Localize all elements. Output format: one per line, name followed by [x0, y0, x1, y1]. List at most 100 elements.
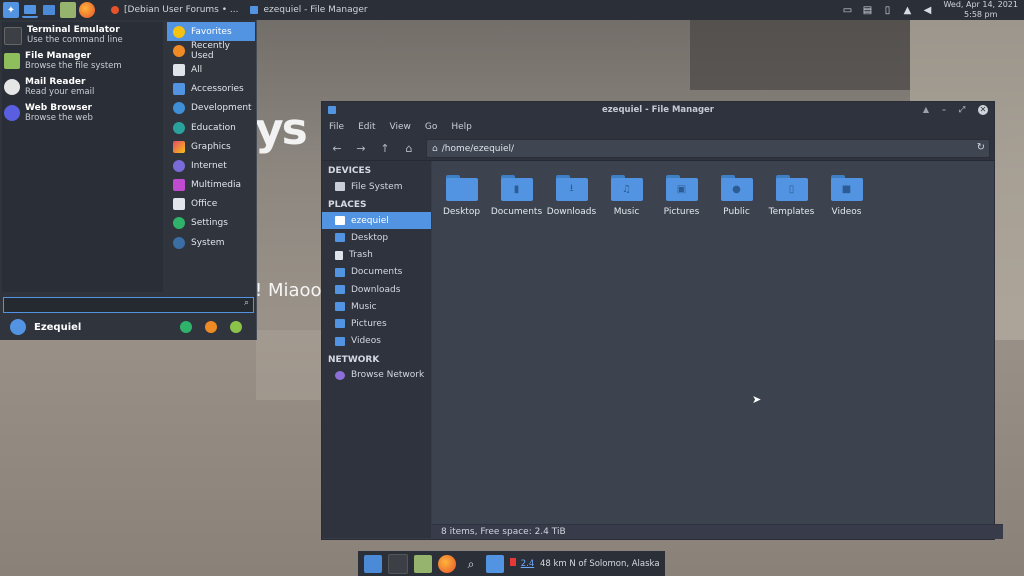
sidebar-item-trash[interactable]: Trash — [322, 247, 431, 264]
file-item-templates[interactable]: ▯ Templates — [764, 175, 819, 217]
minimize-button-icon[interactable]: – — [938, 104, 950, 116]
file-item-label: Music — [613, 207, 640, 217]
lock-screen-icon[interactable] — [205, 321, 217, 333]
weather-plugin[interactable]: 2.4 48 km N of Solomon, Alaska — [510, 558, 660, 569]
sidebar-item-pictures[interactable]: Pictures — [322, 315, 431, 332]
sidebar-item-desktop[interactable]: Desktop — [322, 229, 431, 246]
task-forum-browser[interactable]: [Debian User Forums • ... — [105, 0, 244, 20]
home-icon[interactable]: ⌂ — [400, 139, 418, 157]
category-label: Education — [191, 122, 236, 133]
browser-icon — [4, 105, 20, 121]
clipboard-icon[interactable]: ▯ — [881, 4, 893, 16]
file-item-music[interactable]: ♫ Music — [599, 175, 654, 217]
category-all[interactable]: All — [167, 60, 255, 79]
sidebar-item-videos[interactable]: Videos — [322, 333, 431, 350]
favorite-subtitle: Use the command line — [27, 35, 123, 45]
file-item-public[interactable]: ● Public — [709, 175, 764, 217]
forward-arrow-icon[interactable]: → — [352, 139, 370, 157]
favorite-web-browser[interactable]: Web Browser Browse the web — [2, 100, 163, 126]
menu-view[interactable]: View — [390, 122, 411, 132]
applications-menu-button[interactable]: ✦ — [3, 2, 19, 18]
education-icon — [173, 121, 185, 134]
applications-menu: Terminal Emulator Use the command line F… — [0, 20, 257, 340]
close-button-icon[interactable]: ✕ — [978, 105, 988, 115]
file-item-downloads[interactable]: ⭳ Downloads — [544, 175, 599, 217]
dock-folder-icon[interactable] — [486, 554, 504, 573]
up-arrow-icon[interactable]: ↑ — [376, 139, 394, 157]
network-header: NETWORK — [328, 354, 380, 365]
category-office[interactable]: Office — [167, 195, 255, 214]
category-favorites[interactable]: Favorites — [167, 22, 255, 42]
stick-button-icon[interactable]: ▲ — [920, 104, 932, 116]
category-graphics[interactable]: Graphics — [167, 137, 255, 156]
weather-location: 48 km N of Solomon, Alaska — [539, 559, 660, 569]
file-item-label: Documents — [490, 207, 543, 217]
menu-go[interactable]: Go — [425, 122, 437, 132]
category-internet[interactable]: Internet — [167, 156, 255, 175]
launcher-file-manager-icon[interactable] — [60, 2, 76, 18]
folder-music-icon: ♫ — [610, 175, 643, 201]
reload-icon[interactable]: ↻ — [977, 142, 985, 153]
drive-icon — [335, 182, 345, 192]
category-education[interactable]: Education — [167, 118, 255, 137]
file-item-documents[interactable]: ▮ Documents — [489, 175, 544, 217]
system-icon — [173, 236, 185, 249]
volume-icon[interactable]: ◀ — [921, 4, 933, 16]
sidebar-item-ezequiel[interactable]: ezequiel — [322, 212, 431, 230]
back-arrow-icon[interactable]: ← — [328, 139, 346, 157]
location-bar[interactable]: ⌂ /home/ezequiel/ ↻ — [426, 139, 990, 158]
launcher-firefox-icon[interactable] — [79, 2, 95, 18]
screenshot-icon[interactable]: ▭ — [841, 4, 853, 16]
favorite-mail-reader[interactable]: Mail Reader Read your email — [2, 74, 163, 100]
category-recently-used[interactable]: Recently Used — [167, 41, 255, 61]
menu-help[interactable]: Help — [451, 122, 472, 132]
favorite-terminal-emulator[interactable]: Terminal Emulator Use the command line — [2, 22, 163, 48]
sidebar-item-music[interactable]: Music — [322, 298, 431, 315]
file-item-videos[interactable]: ■ Videos — [819, 175, 874, 217]
category-accessories[interactable]: Accessories — [167, 80, 255, 99]
menu-search-input[interactable] — [4, 298, 230, 310]
category-label: All — [191, 64, 203, 75]
window-titlebar[interactable]: ezequiel - File Manager ▲ – ⤢ ✕ — [322, 102, 994, 118]
log-out-icon[interactable] — [230, 321, 242, 333]
folder-downloads-icon: ⭳ — [555, 175, 588, 201]
file-item-desktop[interactable]: Desktop — [434, 175, 489, 217]
menu-file[interactable]: File — [329, 122, 344, 132]
sidebar-item-documents[interactable]: Documents — [322, 264, 431, 281]
folder-icon — [335, 319, 345, 329]
path-text: /home/ezequiel/ — [441, 143, 515, 154]
category-multimedia[interactable]: Multimedia — [167, 176, 255, 195]
favorite-file-manager[interactable]: File Manager Browse the file system — [2, 48, 163, 74]
category-settings[interactable]: Settings — [167, 214, 255, 233]
office-icon — [173, 198, 185, 211]
task-file-manager[interactable]: ezequiel - File Manager — [244, 0, 373, 20]
mouse-logo-icon: ✦ — [6, 4, 16, 16]
maximize-button-icon[interactable]: ⤢ — [956, 104, 968, 116]
terminal-tray-icon[interactable]: ▤ — [861, 4, 873, 16]
notification-bell-icon[interactable]: ▲ — [901, 4, 913, 16]
folder-window-icon — [328, 106, 336, 114]
menu-edit[interactable]: Edit — [358, 122, 375, 132]
launcher-desktop-icon[interactable] — [41, 2, 57, 18]
search-icon: ⌕ — [243, 298, 249, 308]
category-label: Accessories — [191, 84, 244, 95]
file-item-pictures[interactable]: ▣ Pictures — [654, 175, 709, 217]
category-development[interactable]: Development — [167, 99, 255, 118]
dock-terminal-icon[interactable] — [388, 553, 408, 574]
sidebar-item-browse-network[interactable]: Browse Network — [322, 367, 431, 384]
category-system[interactable]: System — [167, 233, 255, 252]
sidebar-item-label: Pictures — [351, 318, 387, 329]
favorite-title: Mail Reader — [25, 77, 86, 87]
dock-search-icon[interactable]: ⌕ — [462, 555, 480, 573]
folder-icon — [335, 267, 345, 277]
show-desktop-icon[interactable] — [22, 2, 38, 18]
dock-firefox-icon[interactable] — [438, 554, 456, 573]
category-list: Favorites Recently Used All Accessories … — [167, 22, 255, 252]
sidebar-item-downloads[interactable]: Downloads — [322, 281, 431, 298]
sidebar-item-file-system[interactable]: File System — [322, 178, 431, 195]
clock[interactable]: Wed, Apr 14, 2021 5:58 pm — [937, 0, 1024, 20]
dock-file-manager-icon[interactable] — [414, 554, 432, 573]
desktop-icon — [335, 233, 345, 243]
settings-manager-icon[interactable] — [180, 321, 192, 333]
dock-show-desktop-icon[interactable] — [364, 554, 382, 573]
